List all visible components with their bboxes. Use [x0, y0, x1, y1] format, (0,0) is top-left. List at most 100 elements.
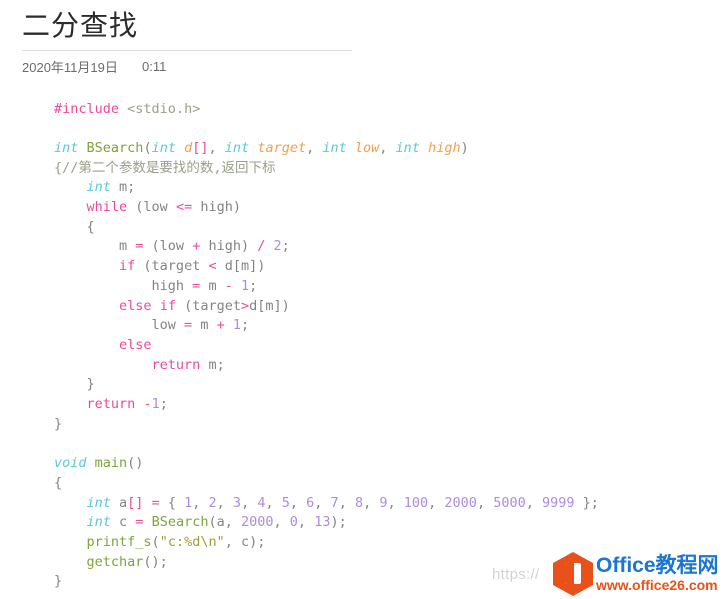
code-token-op: -: [143, 396, 152, 413]
code-token-id: (: [151, 533, 160, 550]
code-token-num: 13: [314, 514, 331, 531]
code-token-id: {: [159, 494, 185, 511]
code-token-num: 7: [330, 494, 339, 511]
code-token-id: [420, 140, 428, 156]
code-token-id: [78, 140, 86, 156]
code-token-param: high: [428, 139, 461, 156]
code-token-id: ();: [143, 553, 168, 570]
code-line: else: [54, 336, 599, 356]
code-token-type: int: [86, 179, 111, 196]
code-token-op: <: [208, 258, 217, 275]
code-token-num: 2: [273, 238, 282, 255]
code-token-op: <=: [175, 199, 193, 216]
code-token-type: int: [86, 494, 111, 511]
code-token-num: 1: [151, 396, 160, 413]
code-token-id: ,: [428, 494, 445, 511]
code-token-id: ,: [241, 494, 258, 511]
code-token-id: [143, 514, 151, 530]
code-line: printf_s("c:%d\n", c);: [54, 533, 599, 553]
code-line: m = (low + high) / 2;: [54, 237, 599, 257]
url-watermark-text: https://: [492, 566, 540, 583]
code-token-id: ,: [192, 494, 209, 511]
code-token-id: ;: [281, 238, 290, 255]
code-token-id: d[m]): [249, 297, 290, 314]
code-token-id: m: [192, 317, 217, 334]
code-line: int c = BSearch(a, 2000, 0, 13);: [54, 513, 599, 533]
code-token-id: [54, 495, 87, 511]
code-token-num: 9: [379, 494, 388, 511]
code-token-op: =: [151, 494, 160, 511]
code-token-param: target: [257, 139, 307, 156]
code-token-id: [152, 298, 160, 314]
code-token-kw: if: [119, 258, 136, 275]
code-line: int BSearch(int d[], int target, int low…: [54, 139, 599, 159]
code-token-hdr: <stdio.h>: [127, 100, 201, 117]
code-token-num: 0: [289, 514, 298, 531]
code-token-id: }: [54, 415, 63, 432]
code-token-id: [119, 101, 127, 117]
office-document-glyph: [565, 563, 581, 584]
code-token-id: [54, 514, 87, 530]
code-token-num: 3: [232, 494, 242, 511]
code-token-id: (low: [127, 199, 176, 216]
code-token-fn: getchar: [86, 553, 144, 570]
code-token-id: (a,: [208, 514, 241, 531]
code-token-kw: return: [86, 396, 136, 413]
code-token-id: ,: [289, 494, 307, 511]
code-token-id: (): [127, 455, 144, 472]
code-line: {//第二个参数是要找的数,返回下标: [54, 159, 599, 179]
code-token-id: [176, 140, 184, 156]
code-line: {: [54, 218, 599, 238]
code-token-id: , c);: [224, 533, 266, 550]
code-token-pre: #include: [54, 100, 120, 117]
code-token-id: a: [110, 494, 128, 511]
code-line: while (low <= high): [54, 198, 599, 218]
code-token-id: (target: [135, 258, 209, 275]
code-token-id: }: [54, 573, 63, 590]
code-token-id: [347, 140, 355, 156]
code-token-id: (: [143, 139, 152, 156]
code-token-id: };: [574, 494, 599, 511]
code-token-type: int: [86, 514, 111, 531]
code-line: #include <stdio.h>: [54, 100, 599, 120]
code-line: int a[] = { 1, 2, 3, 4, 5, 6, 7, 8, 9, 1…: [54, 494, 599, 514]
code-token-id: [54, 534, 87, 550]
code-token-param: low: [354, 139, 380, 156]
code-token-num: 1: [232, 317, 241, 334]
code-token-str: "c:%d\n": [159, 533, 225, 550]
code-token-op: =: [184, 317, 193, 334]
code-line: return -1;: [54, 395, 599, 415]
office-hexagon-icon: [553, 552, 593, 596]
code-token-fn: BSearch: [86, 139, 144, 156]
code-token-id: ,: [216, 494, 233, 511]
code-token-op: []: [127, 494, 144, 511]
code-token-id: [54, 199, 87, 215]
site-url: www.office26.com: [596, 577, 718, 593]
code-token-id: [54, 337, 119, 353]
code-token-fn: main: [94, 455, 128, 472]
document-meta: 2020年11月19日 0:11: [22, 51, 723, 76]
code-token-num: 9999: [541, 494, 575, 511]
code-token-id: (target: [175, 297, 241, 314]
code-token-id: low: [54, 317, 185, 334]
code-token-id: high: [54, 277, 193, 294]
code-token-fn: BSearch: [151, 514, 209, 531]
code-token-num: 5: [281, 494, 290, 511]
code-token-id: m: [54, 238, 136, 255]
code-token-id: ;: [159, 396, 168, 413]
code-token-id: (low: [143, 238, 193, 255]
code-line: }: [54, 415, 599, 435]
code-token-type: void: [54, 455, 87, 472]
code-token-id: );: [330, 514, 347, 531]
code-token-id: {: [54, 474, 63, 491]
code-token-id: ,: [297, 514, 315, 531]
code-token-type: int: [151, 139, 176, 156]
code-token-op: >: [240, 297, 250, 314]
code-token-id: [54, 179, 87, 195]
code-token-num: 1: [240, 277, 250, 294]
code-line: else if (target>d[m]): [54, 297, 599, 317]
code-token-id: ,: [338, 494, 355, 511]
code-line: high = m - 1;: [54, 277, 599, 297]
